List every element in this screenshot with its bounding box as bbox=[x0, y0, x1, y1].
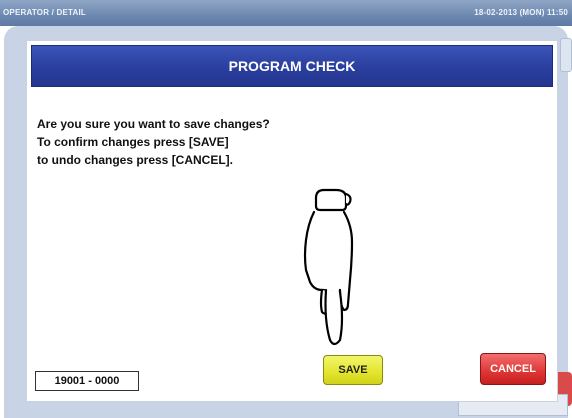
program-code: 19001 - 0000 bbox=[35, 371, 139, 391]
cancel-button[interactable]: CANCEL bbox=[480, 353, 546, 385]
top-status-bar: OPERATOR / DETAIL 18-02-2013 (MON) 11:50 bbox=[0, 0, 572, 26]
side-tab bbox=[560, 38, 572, 72]
breadcrumb: OPERATOR / DETAIL bbox=[3, 8, 86, 17]
message-line: Are you sure you want to save changes? bbox=[37, 117, 270, 131]
message-line: to undo changes press [CANCEL]. bbox=[37, 153, 234, 167]
message-line: To confirm changes press [SAVE] bbox=[37, 135, 229, 149]
dialog-message: Are you sure you want to save changes? T… bbox=[37, 115, 270, 169]
program-check-dialog: PROGRAM CHECK Are you sure you want to s… bbox=[26, 40, 558, 402]
dialog-title: PROGRAM CHECK bbox=[31, 45, 553, 87]
save-button[interactable]: SAVE bbox=[323, 355, 383, 385]
date-time-display: 18-02-2013 (MON) 11:50 bbox=[474, 8, 568, 17]
